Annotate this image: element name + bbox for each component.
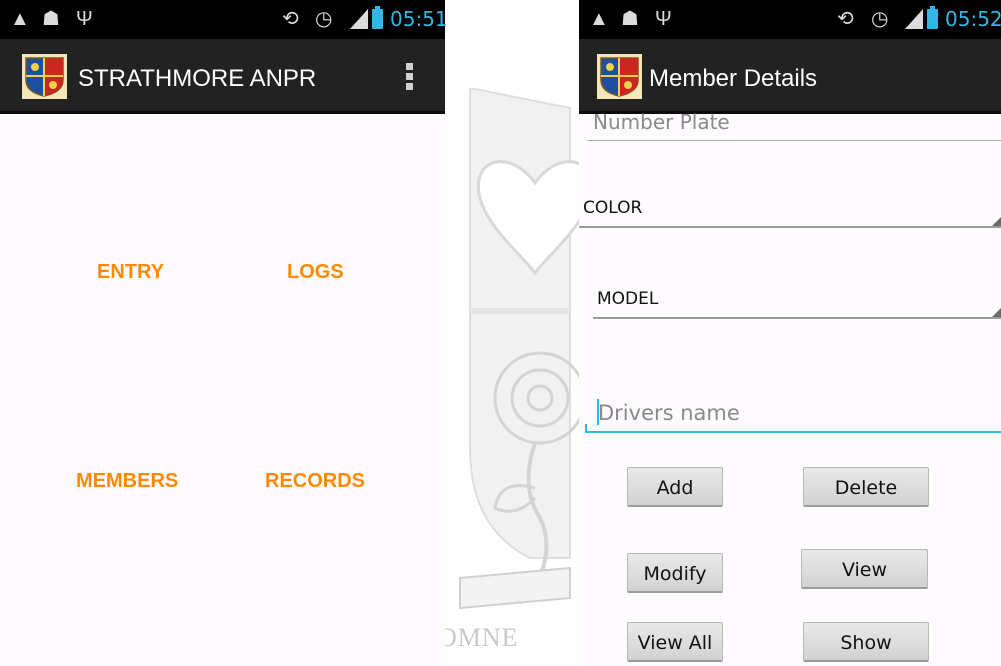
warning-icon: ▲ <box>10 8 30 30</box>
screenshot-canvas: OMNE ▲ ☗ Ψ ⟲ ◷ 05:51 STRATHMORE ANPR ENT… <box>0 0 1001 666</box>
modify-button[interactable]: Modify <box>627 553 723 593</box>
logs-link[interactable]: LOGS <box>287 261 344 284</box>
model-spinner-label: MODEL <box>597 289 659 309</box>
alarm-icon: ◷ <box>315 8 333 30</box>
color-spinner[interactable]: COLOR <box>579 188 1001 228</box>
records-link[interactable]: RECORDS <box>265 470 365 493</box>
add-button[interactable]: Add <box>627 467 723 507</box>
signal-icon <box>350 9 368 29</box>
alarm-icon: ◷ <box>871 8 889 30</box>
action-bar: STRATHMORE ANPR <box>0 39 445 114</box>
crest-logo-icon[interactable] <box>22 54 67 99</box>
number-plate-underline <box>587 140 1001 141</box>
status-time: 05:51 <box>390 7 448 31</box>
drivers-name-underline <box>585 431 1001 433</box>
text-cursor <box>597 399 599 425</box>
right-phone-screen: ▲ ☗ Ψ ⟲ ◷ 05:52 Member Details Number Pl… <box>579 0 1001 666</box>
view-button[interactable]: View <box>801 549 928 589</box>
watermark-motto-text: OMNE <box>438 623 519 652</box>
color-spinner-underline <box>579 226 1001 228</box>
android-debug-icon: ☗ <box>621 8 639 30</box>
color-spinner-label: COLOR <box>583 198 643 218</box>
university-crest-watermark <box>459 88 593 610</box>
screen-title: Member Details <box>649 65 818 92</box>
status-bar: ▲ ☗ Ψ ⟲ ◷ 05:52 <box>579 0 1001 39</box>
delete-button[interactable]: Delete <box>803 467 929 507</box>
view-all-button[interactable]: View All <box>627 622 723 662</box>
dropdown-arrow-icon <box>992 217 1001 226</box>
entry-link[interactable]: ENTRY <box>97 261 164 284</box>
overflow-menu-icon[interactable] <box>406 63 413 91</box>
status-bar: ▲ ☗ Ψ ⟲ ◷ 05:51 <box>0 0 448 39</box>
battery-charging-icon <box>927 6 938 29</box>
model-spinner[interactable]: MODEL <box>593 279 1001 319</box>
drivers-name-placeholder: Drivers name <box>598 401 740 425</box>
show-button[interactable]: Show <box>803 622 929 662</box>
members-link[interactable]: MEMBERS <box>76 470 178 493</box>
crest-logo-icon[interactable] <box>597 54 642 99</box>
usb-icon: Ψ <box>655 8 672 30</box>
left-phone-screen: ▲ ☗ Ψ ⟲ ◷ 05:51 STRATHMORE ANPR ENTRY LO… <box>0 0 448 666</box>
rotation-icon: ⟲ <box>837 8 854 30</box>
usb-icon: Ψ <box>76 8 93 30</box>
android-debug-icon: ☗ <box>42 8 60 30</box>
app-title: STRATHMORE ANPR <box>78 65 317 92</box>
model-spinner-underline <box>593 317 1001 319</box>
action-bar: Member Details <box>579 39 1001 114</box>
input-tick <box>585 424 587 433</box>
battery-charging-icon <box>372 6 383 29</box>
warning-icon: ▲ <box>589 8 609 30</box>
rotation-icon: ⟲ <box>282 8 299 30</box>
status-time: 05:52 <box>945 7 1001 31</box>
dropdown-arrow-icon <box>992 308 1001 317</box>
signal-icon <box>905 9 923 29</box>
number-plate-input[interactable]: Number Plate <box>593 110 730 134</box>
drivers-name-input[interactable]: Drivers name <box>585 393 1001 433</box>
